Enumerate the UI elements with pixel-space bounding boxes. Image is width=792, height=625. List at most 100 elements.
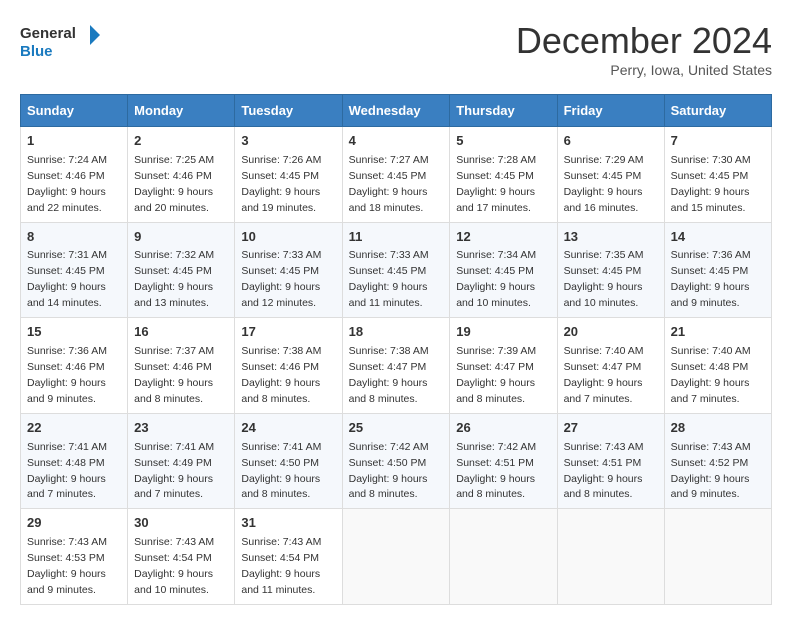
day-number: 24 [241,419,335,438]
day-info: Sunrise: 7:43 AMSunset: 4:54 PMDaylight:… [134,536,214,596]
day-info: Sunrise: 7:34 AMSunset: 4:45 PMDaylight:… [456,249,536,309]
day-info: Sunrise: 7:40 AMSunset: 4:47 PMDaylight:… [564,345,644,405]
day-number: 31 [241,514,335,533]
calendar-day-cell: 26 Sunrise: 7:42 AMSunset: 4:51 PMDaylig… [450,413,557,509]
weekday-header: Friday [557,95,664,127]
day-number: 14 [671,228,765,247]
weekday-header: Wednesday [342,95,450,127]
location-subtitle: Perry, Iowa, United States [516,62,772,78]
calendar-day-cell [450,509,557,605]
day-number: 28 [671,419,765,438]
calendar-week-row: 8 Sunrise: 7:31 AMSunset: 4:45 PMDayligh… [21,222,772,318]
calendar-table: SundayMondayTuesdayWednesdayThursdayFrid… [20,94,772,605]
calendar-day-cell: 2 Sunrise: 7:25 AMSunset: 4:46 PMDayligh… [128,127,235,223]
day-info: Sunrise: 7:42 AMSunset: 4:51 PMDaylight:… [456,441,536,501]
day-number: 27 [564,419,658,438]
day-number: 12 [456,228,550,247]
calendar-day-cell: 23 Sunrise: 7:41 AMSunset: 4:49 PMDaylig… [128,413,235,509]
calendar-day-cell: 18 Sunrise: 7:38 AMSunset: 4:47 PMDaylig… [342,318,450,414]
logo-svg: General Blue [20,20,100,65]
day-number: 15 [27,323,121,342]
calendar-day-cell: 8 Sunrise: 7:31 AMSunset: 4:45 PMDayligh… [21,222,128,318]
day-info: Sunrise: 7:39 AMSunset: 4:47 PMDaylight:… [456,345,536,405]
day-number: 25 [349,419,444,438]
day-number: 21 [671,323,765,342]
weekday-header: Saturday [664,95,771,127]
day-info: Sunrise: 7:36 AMSunset: 4:45 PMDaylight:… [671,249,751,309]
calendar-day-cell: 11 Sunrise: 7:33 AMSunset: 4:45 PMDaylig… [342,222,450,318]
day-info: Sunrise: 7:43 AMSunset: 4:54 PMDaylight:… [241,536,321,596]
day-number: 19 [456,323,550,342]
day-number: 10 [241,228,335,247]
calendar-day-cell: 24 Sunrise: 7:41 AMSunset: 4:50 PMDaylig… [235,413,342,509]
day-info: Sunrise: 7:31 AMSunset: 4:45 PMDaylight:… [27,249,107,309]
weekday-header: Tuesday [235,95,342,127]
calendar-day-cell: 13 Sunrise: 7:35 AMSunset: 4:45 PMDaylig… [557,222,664,318]
calendar-day-cell: 31 Sunrise: 7:43 AMSunset: 4:54 PMDaylig… [235,509,342,605]
calendar-day-cell: 22 Sunrise: 7:41 AMSunset: 4:48 PMDaylig… [21,413,128,509]
day-number: 11 [349,228,444,247]
calendar-day-cell: 16 Sunrise: 7:37 AMSunset: 4:46 PMDaylig… [128,318,235,414]
day-number: 16 [134,323,228,342]
calendar-day-cell: 14 Sunrise: 7:36 AMSunset: 4:45 PMDaylig… [664,222,771,318]
calendar-week-row: 1 Sunrise: 7:24 AMSunset: 4:46 PMDayligh… [21,127,772,223]
calendar-day-cell: 20 Sunrise: 7:40 AMSunset: 4:47 PMDaylig… [557,318,664,414]
calendar-day-cell: 12 Sunrise: 7:34 AMSunset: 4:45 PMDaylig… [450,222,557,318]
day-number: 20 [564,323,658,342]
day-number: 8 [27,228,121,247]
calendar-day-cell: 27 Sunrise: 7:43 AMSunset: 4:51 PMDaylig… [557,413,664,509]
day-info: Sunrise: 7:43 AMSunset: 4:51 PMDaylight:… [564,441,644,501]
day-number: 3 [241,132,335,151]
day-number: 9 [134,228,228,247]
calendar-day-cell: 30 Sunrise: 7:43 AMSunset: 4:54 PMDaylig… [128,509,235,605]
day-info: Sunrise: 7:37 AMSunset: 4:46 PMDaylight:… [134,345,214,405]
day-info: Sunrise: 7:38 AMSunset: 4:47 PMDaylight:… [349,345,429,405]
day-number: 22 [27,419,121,438]
calendar-day-cell: 15 Sunrise: 7:36 AMSunset: 4:46 PMDaylig… [21,318,128,414]
day-number: 2 [134,132,228,151]
calendar-week-row: 15 Sunrise: 7:36 AMSunset: 4:46 PMDaylig… [21,318,772,414]
weekday-header: Sunday [21,95,128,127]
day-info: Sunrise: 7:33 AMSunset: 4:45 PMDaylight:… [349,249,429,309]
day-info: Sunrise: 7:40 AMSunset: 4:48 PMDaylight:… [671,345,751,405]
calendar-day-cell: 29 Sunrise: 7:43 AMSunset: 4:53 PMDaylig… [21,509,128,605]
day-number: 6 [564,132,658,151]
day-info: Sunrise: 7:35 AMSunset: 4:45 PMDaylight:… [564,249,644,309]
calendar-day-cell: 7 Sunrise: 7:30 AMSunset: 4:45 PMDayligh… [664,127,771,223]
day-number: 7 [671,132,765,151]
day-number: 29 [27,514,121,533]
calendar-day-cell: 6 Sunrise: 7:29 AMSunset: 4:45 PMDayligh… [557,127,664,223]
calendar-day-cell: 1 Sunrise: 7:24 AMSunset: 4:46 PMDayligh… [21,127,128,223]
weekday-header: Monday [128,95,235,127]
page-header: General Blue December 2024 Perry, Iowa, … [20,20,772,78]
day-info: Sunrise: 7:41 AMSunset: 4:50 PMDaylight:… [241,441,321,501]
calendar-day-cell: 10 Sunrise: 7:33 AMSunset: 4:45 PMDaylig… [235,222,342,318]
logo: General Blue [20,20,100,70]
calendar-header-row: SundayMondayTuesdayWednesdayThursdayFrid… [21,95,772,127]
svg-text:Blue: Blue [20,43,53,60]
day-number: 18 [349,323,444,342]
calendar-day-cell: 5 Sunrise: 7:28 AMSunset: 4:45 PMDayligh… [450,127,557,223]
month-title: December 2024 [516,20,772,62]
calendar-day-cell [342,509,450,605]
day-number: 5 [456,132,550,151]
day-number: 30 [134,514,228,533]
day-number: 17 [241,323,335,342]
day-info: Sunrise: 7:25 AMSunset: 4:46 PMDaylight:… [134,154,214,214]
calendar-day-cell: 17 Sunrise: 7:38 AMSunset: 4:46 PMDaylig… [235,318,342,414]
day-info: Sunrise: 7:29 AMSunset: 4:45 PMDaylight:… [564,154,644,214]
day-info: Sunrise: 7:30 AMSunset: 4:45 PMDaylight:… [671,154,751,214]
calendar-day-cell: 28 Sunrise: 7:43 AMSunset: 4:52 PMDaylig… [664,413,771,509]
calendar-week-row: 22 Sunrise: 7:41 AMSunset: 4:48 PMDaylig… [21,413,772,509]
day-info: Sunrise: 7:42 AMSunset: 4:50 PMDaylight:… [349,441,429,501]
day-info: Sunrise: 7:41 AMSunset: 4:48 PMDaylight:… [27,441,107,501]
day-info: Sunrise: 7:43 AMSunset: 4:53 PMDaylight:… [27,536,107,596]
day-info: Sunrise: 7:41 AMSunset: 4:49 PMDaylight:… [134,441,214,501]
day-number: 23 [134,419,228,438]
weekday-header: Thursday [450,95,557,127]
title-block: December 2024 Perry, Iowa, United States [516,20,772,78]
calendar-week-row: 29 Sunrise: 7:43 AMSunset: 4:53 PMDaylig… [21,509,772,605]
calendar-day-cell: 19 Sunrise: 7:39 AMSunset: 4:47 PMDaylig… [450,318,557,414]
day-info: Sunrise: 7:24 AMSunset: 4:46 PMDaylight:… [27,154,107,214]
day-info: Sunrise: 7:28 AMSunset: 4:45 PMDaylight:… [456,154,536,214]
